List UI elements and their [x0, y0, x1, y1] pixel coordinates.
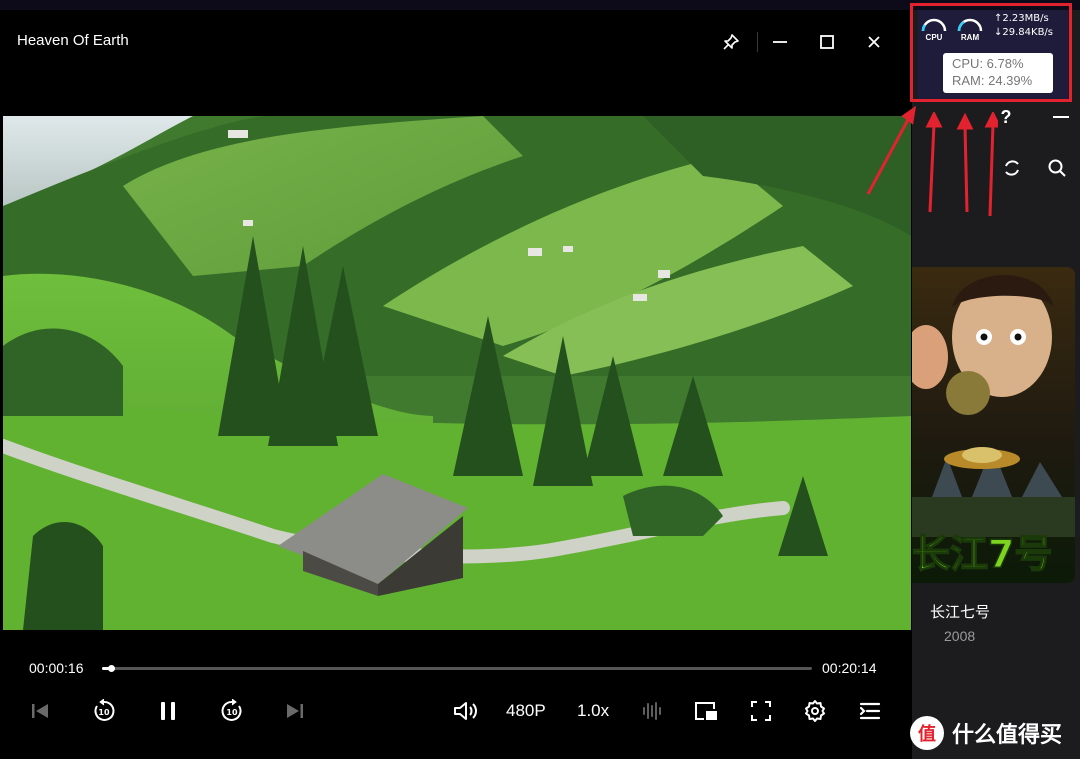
poster-title-text: 长江7号 — [912, 532, 1052, 576]
video-frame-landscape — [3, 116, 911, 630]
refresh-icon — [1005, 160, 1019, 176]
search-button[interactable] — [1045, 156, 1069, 180]
volume-button[interactable] — [451, 696, 479, 726]
speed-selector[interactable]: 1.0x — [577, 701, 609, 721]
volume-icon — [454, 702, 477, 720]
highlight-box — [910, 3, 1072, 102]
next-button[interactable] — [283, 696, 307, 726]
picture-in-picture-icon — [695, 702, 717, 720]
collapse-panel-button[interactable] — [1050, 106, 1072, 128]
total-time: 00:20:14 — [822, 660, 877, 676]
search-icon — [1048, 159, 1066, 177]
playlist-button[interactable] — [857, 696, 883, 726]
forward-10-icon: 10 — [221, 699, 242, 721]
title-bar-divider — [757, 32, 758, 52]
settings-button[interactable] — [802, 696, 828, 726]
rewind-10-icon: 10 — [94, 699, 115, 721]
pin-icon — [723, 34, 739, 50]
picture-in-picture-button[interactable] — [693, 696, 719, 726]
svg-text:10: 10 — [98, 708, 110, 717]
watermark: 值 什么值得买 — [910, 716, 1070, 750]
refresh-button[interactable] — [1000, 156, 1024, 180]
movie-title[interactable]: 长江七号 — [930, 601, 990, 622]
maximize-icon — [820, 35, 834, 49]
svg-text:10: 10 — [226, 708, 238, 717]
progress-bar[interactable] — [102, 665, 812, 672]
next-icon — [287, 704, 303, 718]
maximize-button[interactable] — [815, 30, 839, 54]
current-time: 00:00:16 — [29, 660, 84, 676]
watermark-label: 什么值得买 — [952, 723, 1063, 748]
quality-selector[interactable]: 480P — [506, 701, 546, 721]
fullscreen-button[interactable] — [748, 696, 774, 726]
close-icon — [868, 36, 880, 48]
minus-icon — [1053, 116, 1069, 118]
poster-artwork: 长江7号 — [912, 267, 1075, 583]
audio-track-button[interactable] — [640, 696, 664, 726]
video-frame[interactable] — [3, 116, 911, 630]
settings-icon — [805, 700, 825, 722]
window-title: Heaven Of Earth — [17, 32, 129, 49]
forward-10-button[interactable]: 10 — [219, 696, 245, 726]
watermark-logo: 值 — [910, 716, 944, 750]
previous-button[interactable] — [28, 696, 52, 726]
playlist-icon — [859, 702, 881, 720]
audio-wave-icon — [643, 702, 661, 720]
rewind-10-button[interactable]: 10 — [91, 696, 117, 726]
fullscreen-icon — [751, 701, 771, 721]
annotation-arrows — [866, 105, 917, 195]
pause-button[interactable] — [155, 696, 181, 726]
annotation-arrows-vertical — [925, 112, 998, 217]
pause-icon — [161, 702, 175, 720]
movie-poster[interactable]: 长江7号 — [912, 267, 1075, 583]
minimize-button[interactable] — [768, 30, 792, 54]
previous-icon — [32, 704, 48, 718]
help-button[interactable]: ? — [996, 106, 1016, 128]
pin-button[interactable] — [719, 30, 743, 54]
movie-year: 2008 — [944, 628, 976, 644]
watermark-logo-text: 值 — [918, 724, 936, 745]
minimize-icon — [773, 41, 787, 43]
close-button[interactable] — [862, 30, 886, 54]
